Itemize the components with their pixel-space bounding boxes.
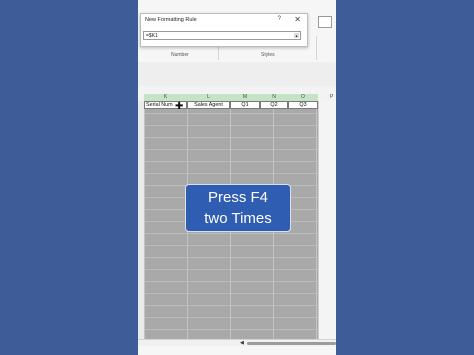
ribbon-group-number: Number	[171, 52, 189, 58]
scroll-thumb[interactable]	[247, 342, 336, 345]
left-background	[0, 0, 138, 355]
cells-icon[interactable]	[318, 16, 332, 28]
collapse-icon[interactable]: ▴	[294, 33, 299, 38]
column-header-m[interactable]: M	[230, 94, 260, 101]
formula-input[interactable]: =$K1 ▴	[143, 31, 301, 40]
unselected-column[interactable]	[318, 101, 336, 339]
overlay-line-1: Press F4	[207, 189, 268, 206]
new-formatting-rule-dialog: New Formatting Rule ? ✕ =$K1 ▴	[140, 13, 308, 47]
column-header-k[interactable]: K	[144, 94, 187, 101]
column-header-p[interactable]: P	[330, 94, 336, 101]
cell-sales-agent[interactable]: Sales Agent	[187, 101, 230, 109]
bottom-band	[138, 346, 336, 355]
excel-window: Number Styles New Formatting Rule ? ✕ =$…	[138, 0, 336, 355]
column-header-n[interactable]: N	[260, 94, 288, 101]
help-button[interactable]: ?	[278, 16, 281, 22]
cell-q1[interactable]: Q1	[230, 101, 260, 109]
ribbon-group-styles: Styles	[261, 52, 275, 58]
ribbon-separator	[316, 36, 317, 60]
right-background	[336, 0, 474, 355]
cell-q3[interactable]: Q3	[288, 101, 318, 109]
column-header-o[interactable]: O	[288, 94, 318, 101]
cell-q2[interactable]: Q2	[260, 101, 288, 109]
column-header-l[interactable]: L	[187, 94, 230, 101]
ribbon-gap	[138, 62, 336, 86]
formula-value: =$K1	[146, 33, 158, 39]
dialog-title: New Formatting Rule	[145, 17, 197, 23]
overlay-line-2: two Times	[204, 210, 272, 227]
close-button[interactable]: ✕	[294, 15, 301, 24]
instruction-overlay: Press F4 two Times	[185, 184, 291, 232]
cursor-icon: ✚	[175, 101, 184, 112]
